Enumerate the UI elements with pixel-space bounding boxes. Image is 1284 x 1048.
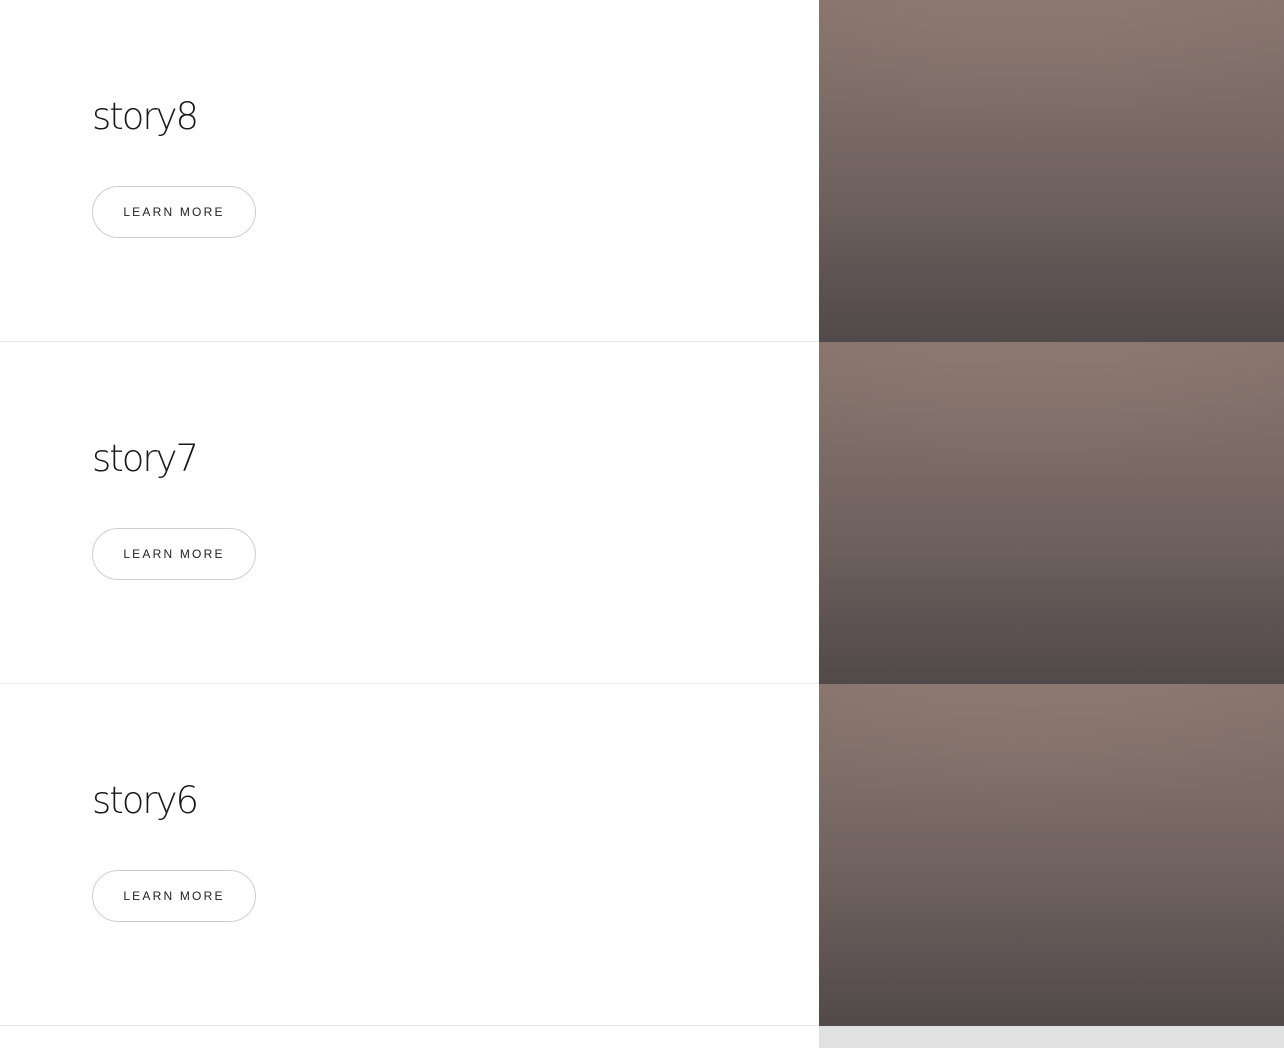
story-list: story8 LEARN MORE story7 LEARN MORE stor…	[0, 0, 1284, 1048]
story-image[interactable]	[819, 342, 1284, 684]
next-story-peek	[0, 1026, 1284, 1048]
story-title: story7	[92, 437, 199, 480]
story-title: story8	[92, 95, 199, 138]
story-image[interactable]	[819, 0, 1284, 342]
story-image[interactable]	[819, 684, 1284, 1026]
learn-more-button[interactable]: LEARN MORE	[92, 186, 256, 238]
learn-more-button[interactable]: LEARN MORE	[92, 870, 256, 922]
story-text-panel: story7 LEARN MORE	[0, 342, 819, 684]
story-card: story7 LEARN MORE	[0, 342, 1284, 684]
story-text-panel: story6 LEARN MORE	[0, 684, 819, 1026]
story-card: story6 LEARN MORE	[0, 684, 1284, 1026]
story-text-panel: story8 LEARN MORE	[0, 0, 819, 342]
story-title: story6	[92, 779, 199, 822]
next-story-image-placeholder	[819, 1026, 1284, 1048]
learn-more-button[interactable]: LEARN MORE	[92, 528, 256, 580]
next-story-text-panel	[0, 1026, 819, 1048]
story-card: story8 LEARN MORE	[0, 0, 1284, 342]
